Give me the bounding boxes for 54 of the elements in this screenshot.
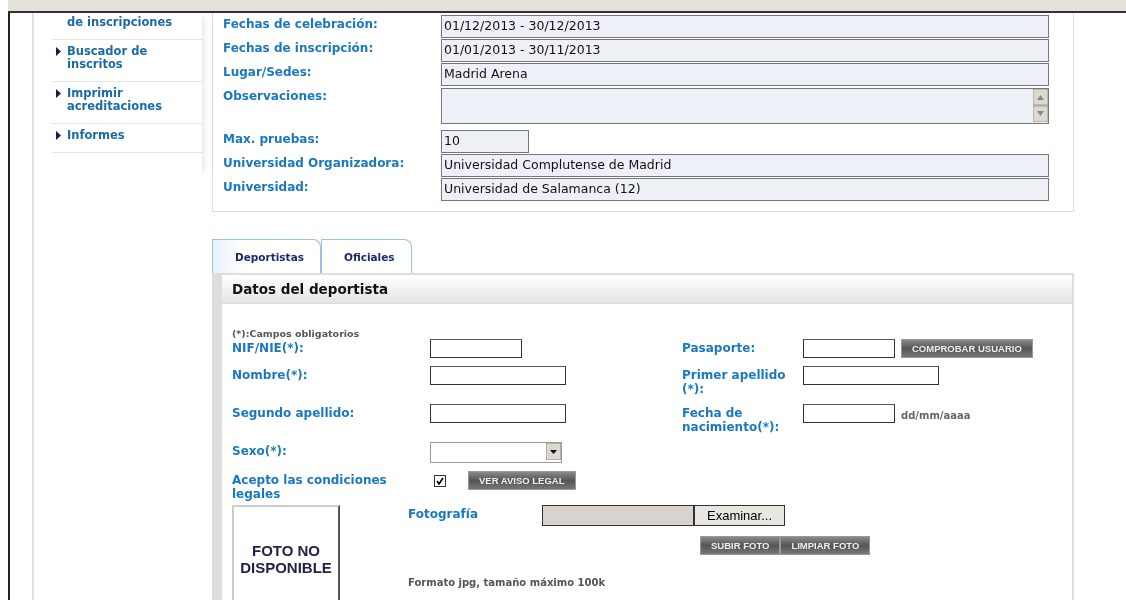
section-title: Datos del deportista [222, 275, 1072, 304]
field-label: Segundo apellido: [232, 405, 356, 422]
field-label: Nombre(*): [232, 367, 309, 384]
input-field[interactable] [430, 404, 566, 423]
field-label: Fotografía [408, 506, 478, 521]
checkbox[interactable] [434, 475, 446, 487]
field-label: Fecha de nacimiento(*): [682, 405, 781, 434]
field-label: Universidad: [223, 179, 310, 196]
field-label: Universidad Organizadora: [223, 155, 406, 172]
field-label: Fechas de inscripción: [223, 40, 375, 57]
field-label: Sexo(*): [232, 443, 288, 460]
scroll-arrows-icon [1033, 89, 1048, 122]
field-label: NIF/NIE(*): [232, 340, 305, 357]
field-label: Pasaporte: [682, 340, 757, 357]
field-label: Fechas de celebración: [223, 16, 379, 33]
tab[interactable]: Deportistas [212, 239, 321, 273]
text-area[interactable] [441, 88, 1049, 124]
sidebar-link[interactable]: Informes [52, 126, 202, 153]
action-button[interactable]: COMPROBAR USUARIO [901, 339, 1033, 358]
photo-placeholder-text: FOTO NO DISPONIBLE [239, 542, 333, 576]
action-button[interactable]: VER AVISO LEGAL [468, 471, 576, 490]
browse-button[interactable]: Examinar... [694, 505, 785, 526]
file-field[interactable] [542, 505, 694, 526]
photo-button[interactable]: SUBIR FOTO [700, 536, 781, 555]
field-label: Lugar/Sedes: [223, 64, 313, 81]
field-value: Universidad de Salamanca (12) [441, 178, 1049, 201]
field-value: Universidad Complutense de Madrid [441, 154, 1049, 177]
select-field[interactable] [430, 442, 562, 463]
link-text: Informes [67, 129, 125, 142]
input-field[interactable] [803, 404, 895, 423]
field-label: Max. pruebas: [223, 131, 321, 148]
sidebar-link[interactable]: Imprimir acreditaciones [52, 84, 202, 124]
field-value: 01/12/2013 - 30/12/2013 [441, 15, 1049, 38]
field-label: Acepto las condiciones legales [232, 472, 388, 501]
format-note: Formato jpg, tamaño máximo 100k [408, 577, 607, 588]
input-field[interactable] [430, 339, 522, 358]
input-field[interactable] [430, 366, 566, 385]
sidebar-link[interactable]: de inscripciones [52, 13, 202, 40]
link-text: Buscador de inscritos [67, 45, 149, 71]
field-label: Observaciones: [223, 88, 328, 105]
format-hint: dd/mm/aaaa [901, 409, 971, 421]
sidebar-link[interactable]: Buscador de inscritos [52, 42, 202, 82]
required-note: (*):Campos obligatorios [232, 328, 361, 339]
field-value: Madrid Arena [441, 63, 1049, 86]
dropdown-icon [546, 443, 561, 460]
tab[interactable]: Oficiales [320, 239, 412, 273]
field-label: Primer apellido (*): [682, 367, 787, 396]
input-field[interactable] [803, 366, 939, 385]
link-text: Imprimir acreditaciones [67, 87, 163, 113]
field-value: 01/01/2013 - 30/11/2013 [441, 39, 1049, 62]
photo-button[interactable]: LIMPIAR FOTO [780, 536, 871, 555]
link-text: de inscripciones [67, 16, 173, 29]
input-field[interactable] [803, 339, 895, 358]
field-value: 10 [441, 130, 529, 153]
